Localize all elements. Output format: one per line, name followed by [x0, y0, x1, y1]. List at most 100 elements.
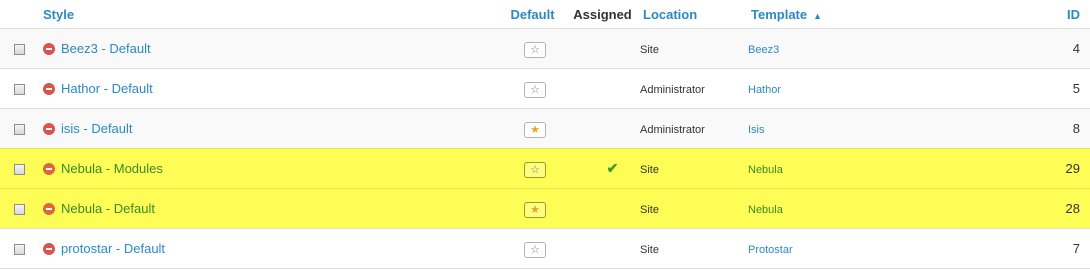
row-style-cell: Nebula - Default — [40, 188, 500, 229]
assigned-check-icon: ✔ — [606, 160, 619, 176]
table-header-row: Style Default Assigned Location Template… — [0, 0, 1090, 29]
id-text: 28 — [1065, 201, 1080, 216]
unpublished-status-icon[interactable] — [43, 122, 55, 135]
row-checkbox-cell — [0, 188, 40, 229]
row-checkbox-cell — [0, 28, 40, 69]
row-id-cell: 5 — [1040, 68, 1090, 109]
row-assigned-cell — [565, 188, 640, 229]
row-default-cell: ☆ — [500, 28, 565, 69]
row-checkbox[interactable] — [14, 204, 25, 215]
row-template-cell: Hathor — [748, 68, 1040, 109]
template-link[interactable]: Nebula — [748, 164, 783, 176]
location-text: Administrator — [640, 123, 705, 136]
row-location-cell: Site — [640, 148, 748, 189]
table-row: isis - Default ★ Administrator Isis 8 — [0, 108, 1090, 149]
default-star-icon[interactable]: ★ — [524, 202, 546, 218]
row-id-cell: 4 — [1040, 28, 1090, 69]
row-assigned-cell — [565, 28, 640, 69]
table-row: Nebula - Modules ☆ ✔ Site Nebula 29 — [0, 148, 1090, 189]
row-style-cell: Hathor - Default — [40, 68, 500, 109]
unpublished-status-icon[interactable] — [43, 82, 55, 95]
template-link[interactable]: Protostar — [748, 244, 793, 256]
row-assigned-cell: ✔ — [565, 148, 640, 189]
header-style[interactable]: Style — [40, 0, 500, 29]
row-location-cell: Site — [640, 228, 748, 269]
style-title-link[interactable]: Hathor - Default — [61, 81, 153, 96]
default-star-icon[interactable]: ☆ — [524, 242, 546, 258]
row-checkbox-cell — [0, 228, 40, 269]
row-template-cell: Nebula — [748, 148, 1040, 189]
row-id-cell: 29 — [1040, 148, 1090, 189]
style-title-link[interactable]: protostar - Default — [61, 241, 165, 256]
row-assigned-cell — [565, 228, 640, 269]
template-link[interactable]: Nebula — [748, 204, 783, 216]
table-row: protostar - Default ☆ Site Protostar 7 — [0, 228, 1090, 269]
table-row: Beez3 - Default ☆ Site Beez3 4 — [0, 28, 1090, 69]
template-link[interactable]: Beez3 — [748, 44, 779, 56]
row-default-cell: ★ — [500, 108, 565, 149]
row-checkbox[interactable] — [14, 164, 25, 175]
id-text: 8 — [1072, 121, 1080, 136]
template-link[interactable]: Hathor — [748, 84, 781, 96]
row-checkbox[interactable] — [14, 244, 25, 255]
unpublished-status-icon[interactable] — [43, 42, 55, 55]
row-id-cell: 28 — [1040, 188, 1090, 229]
style-title-link[interactable]: isis - Default — [61, 121, 133, 136]
id-text: 5 — [1072, 81, 1080, 96]
unpublished-status-icon[interactable] — [43, 202, 55, 215]
default-star-icon[interactable]: ☆ — [524, 162, 546, 178]
table-body: Beez3 - Default ☆ Site Beez3 4 Hathor - … — [0, 28, 1090, 269]
header-template[interactable]: Template ▲ — [748, 0, 1040, 29]
row-template-cell: Isis — [748, 108, 1040, 149]
style-title-link[interactable]: Beez3 - Default — [61, 41, 151, 56]
row-assigned-cell — [565, 68, 640, 109]
header-default[interactable]: Default — [500, 0, 565, 29]
styles-table: Style Default Assigned Location Template… — [0, 0, 1090, 269]
id-text: 7 — [1072, 241, 1080, 256]
unpublished-status-icon[interactable] — [43, 242, 55, 255]
row-checkbox[interactable] — [14, 84, 25, 95]
row-location-cell: Site — [640, 188, 748, 229]
header-location[interactable]: Location — [640, 0, 748, 29]
row-checkbox[interactable] — [14, 124, 25, 135]
row-style-cell: Nebula - Modules — [40, 148, 500, 189]
row-location-cell: Administrator — [640, 108, 748, 149]
default-star-icon[interactable]: ☆ — [524, 82, 546, 98]
row-location-cell: Administrator — [640, 68, 748, 109]
table-row: Nebula - Default ★ Site Nebula 28 — [0, 188, 1090, 229]
location-text: Administrator — [640, 83, 705, 96]
sort-ascending-icon[interactable]: ▲ — [813, 11, 822, 21]
style-title-link[interactable]: Nebula - Modules — [61, 161, 163, 176]
id-text: 4 — [1072, 41, 1080, 56]
row-default-cell: ★ — [500, 188, 565, 229]
row-checkbox-cell — [0, 108, 40, 149]
table-row: Hathor - Default ☆ Administrator Hathor … — [0, 68, 1090, 109]
row-template-cell: Beez3 — [748, 28, 1040, 69]
row-template-cell: Nebula — [748, 188, 1040, 229]
row-template-cell: Protostar — [748, 228, 1040, 269]
row-style-cell: isis - Default — [40, 108, 500, 149]
row-assigned-cell — [565, 108, 640, 149]
default-star-icon[interactable]: ★ — [524, 122, 546, 138]
location-text: Site — [640, 203, 659, 216]
header-assigned: Assigned — [565, 0, 640, 29]
row-style-cell: protostar - Default — [40, 228, 500, 269]
default-star-icon[interactable]: ☆ — [524, 42, 546, 58]
row-default-cell: ☆ — [500, 68, 565, 109]
row-id-cell: 8 — [1040, 108, 1090, 149]
template-link[interactable]: Isis — [748, 124, 765, 136]
header-id[interactable]: ID — [1040, 0, 1090, 29]
header-checkbox-cell — [0, 0, 40, 29]
row-default-cell: ☆ — [500, 228, 565, 269]
style-title-link[interactable]: Nebula - Default — [61, 201, 155, 216]
id-text: 29 — [1065, 161, 1080, 176]
row-style-cell: Beez3 - Default — [40, 28, 500, 69]
row-default-cell: ☆ — [500, 148, 565, 189]
location-text: Site — [640, 43, 659, 56]
location-text: Site — [640, 163, 659, 176]
row-checkbox-cell — [0, 148, 40, 189]
row-checkbox-cell — [0, 68, 40, 109]
row-location-cell: Site — [640, 28, 748, 69]
row-checkbox[interactable] — [14, 44, 25, 55]
unpublished-status-icon[interactable] — [43, 162, 55, 175]
